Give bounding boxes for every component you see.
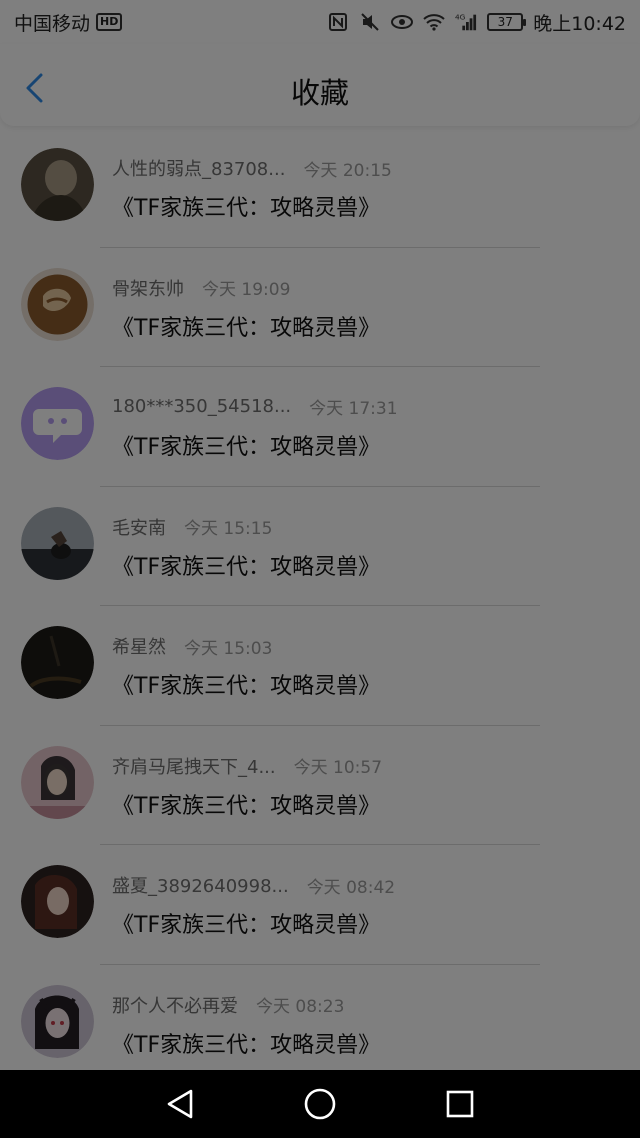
favorite-title[interactable]: 《TF家族三代：攻略灵兽》 xyxy=(112,310,380,342)
avatar[interactable] xyxy=(21,626,94,699)
list-item[interactable]: 毛安南 今天 15:15 《TF家族三代：攻略灵兽》 xyxy=(0,487,640,606)
favorite-title[interactable]: 《TF家族三代：攻略灵兽》 xyxy=(112,1027,380,1059)
username[interactable]: 毛安南 xyxy=(112,514,166,540)
item-meta: 齐肩马尾拽天下_4... 今天 10:57 xyxy=(112,753,382,779)
item-meta: 人性的弱点_83708... 今天 20:15 xyxy=(112,155,392,181)
timestamp: 今天 08:23 xyxy=(256,997,345,1017)
mute-icon xyxy=(359,11,381,33)
username[interactable]: 盛夏_3892640998... xyxy=(112,872,289,898)
avatar[interactable] xyxy=(21,865,94,938)
nav-recents-button[interactable] xyxy=(435,1079,485,1129)
favorites-list: 人性的弱点_83708... 今天 20:15 《TF家族三代：攻略灵兽》 骨架… xyxy=(0,128,640,1084)
favorite-title[interactable]: 《TF家族三代：攻略灵兽》 xyxy=(112,190,380,222)
status-right: 4G 37 晚上10:42 xyxy=(327,9,626,36)
nfc-icon xyxy=(327,11,349,33)
avatar[interactable] xyxy=(21,745,94,819)
favorite-title[interactable]: 《TF家族三代：攻略灵兽》 xyxy=(112,549,380,581)
item-meta: 那个人不必再爱 今天 08:23 xyxy=(112,992,344,1018)
timestamp: 今天 15:15 xyxy=(184,519,273,539)
circle-home-icon xyxy=(304,1088,336,1120)
page-title: 收藏 xyxy=(290,76,349,110)
list-item[interactable]: 180***350_54518... 今天 17:31 《TF家族三代：攻略灵兽… xyxy=(0,367,640,487)
network-type-label: 4G xyxy=(455,12,466,21)
timestamp: 今天 20:15 xyxy=(303,160,392,181)
favorite-title[interactable]: 《TF家族三代：攻略灵兽》 xyxy=(112,788,380,820)
avatar[interactable] xyxy=(21,267,94,341)
signal-icon: 4G xyxy=(455,11,477,33)
wifi-icon xyxy=(423,11,445,33)
username[interactable]: 希星然 xyxy=(112,633,166,659)
timestamp: 今天 08:42 xyxy=(306,877,396,898)
status-left: 中国移动 HD xyxy=(14,9,123,36)
carrier-label: 中国移动 xyxy=(14,12,91,35)
avatar[interactable] xyxy=(21,148,94,221)
favorite-title[interactable]: 《TF家族三代：攻略灵兽》 xyxy=(112,429,380,461)
avatar[interactable] xyxy=(21,387,94,460)
item-meta: 毛安南 今天 15:15 xyxy=(112,514,272,540)
triangle-back-icon xyxy=(167,1089,193,1119)
status-bar: 中国移动 HD 4G 37 晚上10:42 xyxy=(0,0,640,44)
list-item[interactable]: 骨架东帅 今天 19:09 《TF家族三代：攻略灵兽》 xyxy=(0,248,640,367)
item-meta: 盛夏_3892640998... 今天 08:42 xyxy=(112,872,395,898)
list-item[interactable]: 人性的弱点_83708... 今天 20:15 《TF家族三代：攻略灵兽》 xyxy=(0,128,640,248)
system-navigation-bar xyxy=(0,1070,640,1138)
timestamp: 今天 10:57 xyxy=(293,758,383,778)
username[interactable]: 齐肩马尾拽天下_4... xyxy=(112,753,276,779)
favorite-title[interactable]: 《TF家族三代：攻略灵兽》 xyxy=(112,907,380,939)
header-bar: 收藏 xyxy=(0,44,640,126)
square-recents-icon xyxy=(446,1090,474,1118)
timestamp: 今天 17:31 xyxy=(309,399,398,419)
avatar[interactable] xyxy=(21,506,94,580)
item-meta: 180***350_54518... 今天 17:31 xyxy=(112,394,398,419)
list-item[interactable]: 那个人不必再爱 今天 08:23 《TF家族三代：攻略灵兽》 xyxy=(0,965,640,1085)
username[interactable]: 那个人不必再爱 xyxy=(112,992,238,1018)
item-meta: 希星然 今天 15:03 xyxy=(112,633,272,659)
username[interactable]: 180***350_54518... xyxy=(112,396,291,417)
battery-level: 37 xyxy=(497,15,513,29)
favorite-title[interactable]: 《TF家族三代：攻略灵兽》 xyxy=(112,668,380,700)
battery-icon: 37 xyxy=(487,13,527,31)
list-item[interactable]: 齐肩马尾拽天下_4... 今天 10:57 《TF家族三代：攻略灵兽》 xyxy=(0,726,640,845)
list-item[interactable]: 盛夏_3892640998... 今天 08:42 《TF家族三代：攻略灵兽》 xyxy=(0,845,640,965)
avatar[interactable] xyxy=(21,984,94,1058)
username[interactable]: 骨架东帅 xyxy=(112,275,184,301)
timestamp: 今天 15:03 xyxy=(184,638,273,659)
item-meta: 骨架东帅 今天 19:09 xyxy=(112,275,290,301)
nav-back-button[interactable] xyxy=(155,1079,205,1129)
username[interactable]: 人性的弱点_83708... xyxy=(112,155,285,181)
eye-icon xyxy=(391,11,414,33)
timestamp: 今天 19:09 xyxy=(202,280,291,300)
list-item[interactable]: 希星然 今天 15:03 《TF家族三代：攻略灵兽》 xyxy=(0,606,640,726)
hd-badge: HD xyxy=(96,13,123,31)
nav-home-button[interactable] xyxy=(295,1079,345,1129)
clock: 晚上10:42 xyxy=(533,12,626,35)
